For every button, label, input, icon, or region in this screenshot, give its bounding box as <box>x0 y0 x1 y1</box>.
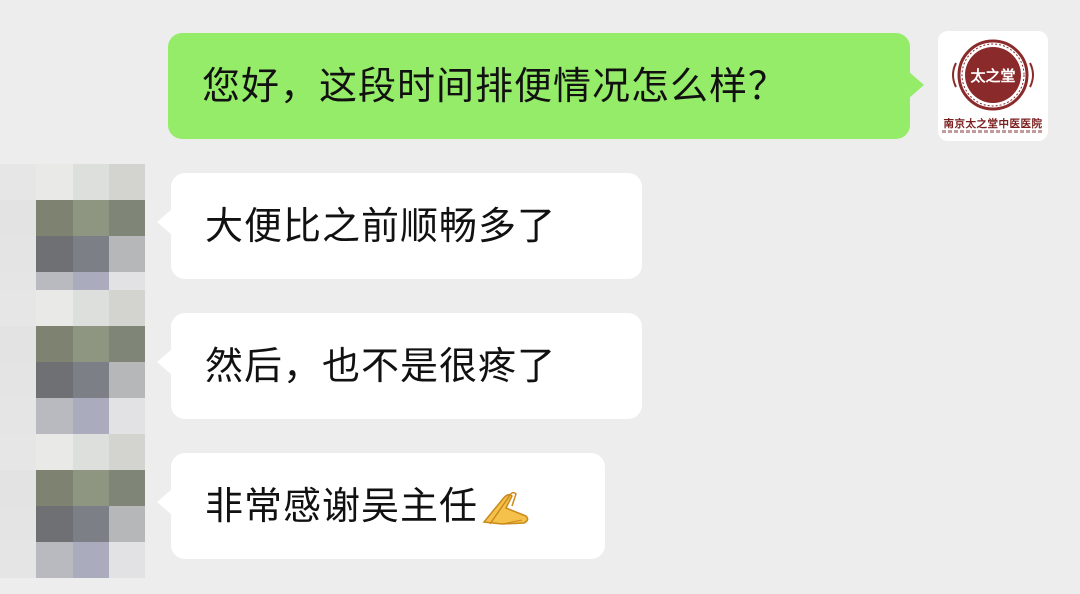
pixel-tile <box>72 290 109 326</box>
avatar[interactable]: 太之堂 南京太之堂中医医院 <box>938 31 1048 141</box>
pixel-tile <box>108 434 145 470</box>
pixel-tile <box>36 290 73 326</box>
pixel-tile <box>108 542 145 578</box>
pixel-tile <box>108 362 145 398</box>
pixel-tile <box>0 470 37 506</box>
pixel-tile <box>36 506 73 542</box>
pixel-tile <box>72 506 109 542</box>
message-text: 您好，这段时间排便情况怎么样？ <box>202 64 788 108</box>
pixel-tile <box>72 236 109 272</box>
pixel-tile <box>108 470 145 506</box>
message-text: 然后，也不是很疼了 <box>205 344 557 388</box>
pixel-tile <box>36 398 73 434</box>
pixel-tile <box>108 290 145 326</box>
pixel-tile <box>108 164 145 200</box>
pixel-tile <box>0 434 37 470</box>
pixel-tile <box>36 434 73 470</box>
pixel-tile <box>72 398 109 434</box>
pixel-tile <box>0 326 37 362</box>
avatar-pixelated[interactable] <box>0 434 145 578</box>
pixel-tile <box>36 164 73 200</box>
message-bubble-incoming[interactable]: 然后，也不是很疼了 <box>157 313 642 419</box>
pixel-tile <box>0 362 37 398</box>
bubble-tail <box>908 71 924 99</box>
pixel-tile <box>0 542 37 578</box>
pixel-tile <box>0 290 37 326</box>
pixel-tile <box>0 506 37 542</box>
pixel-tile <box>108 326 145 362</box>
pixel-tile <box>72 326 109 362</box>
pixel-tile <box>72 164 109 200</box>
hospital-name: 南京太之堂中医医院 <box>943 118 1043 130</box>
bubble-tail <box>157 209 172 235</box>
pixel-tile <box>36 470 73 506</box>
bubble-tail <box>157 349 172 375</box>
message-text: 大便比之前顺畅多了 <box>205 204 557 248</box>
message-text: 非常感谢吴主任 <box>205 484 479 528</box>
pixel-tile <box>72 434 109 470</box>
pixel-tile <box>72 200 109 236</box>
pixel-tile <box>36 236 73 272</box>
pixel-tile <box>72 470 109 506</box>
pixel-tile <box>36 362 73 398</box>
folded-hands-icon <box>482 486 530 526</box>
pixel-tile <box>72 362 109 398</box>
message-bubble-incoming[interactable]: 非常感谢吴主任 <box>157 453 605 559</box>
pixel-tile <box>36 542 73 578</box>
pixel-tile <box>108 398 145 434</box>
hospital-name-english-decoration <box>942 130 1044 133</box>
pixel-tile <box>72 542 109 578</box>
pixel-tile <box>108 506 145 542</box>
pixel-tile <box>0 236 37 272</box>
avatar-pixelated[interactable] <box>0 290 145 434</box>
avatar-pixelated[interactable] <box>0 164 145 308</box>
message-bubble-outgoing[interactable]: 您好，这段时间排便情况怎么样？ <box>168 33 924 139</box>
bubble-tail <box>157 489 172 515</box>
pixel-tile <box>108 200 145 236</box>
pixel-tile <box>0 398 37 434</box>
chat-window: 您好，这段时间排便情况怎么样？ 太之堂 南京太之堂中医医院 大便比之前顺畅多了 … <box>0 0 1080 594</box>
pixel-tile <box>0 200 37 236</box>
pixel-tile <box>36 326 73 362</box>
message-bubble-incoming[interactable]: 大便比之前顺畅多了 <box>157 173 642 279</box>
logo-characters: 太之堂 <box>970 67 1015 85</box>
pixel-tile <box>108 236 145 272</box>
pixel-tile <box>0 164 37 200</box>
pixel-tile <box>36 200 73 236</box>
